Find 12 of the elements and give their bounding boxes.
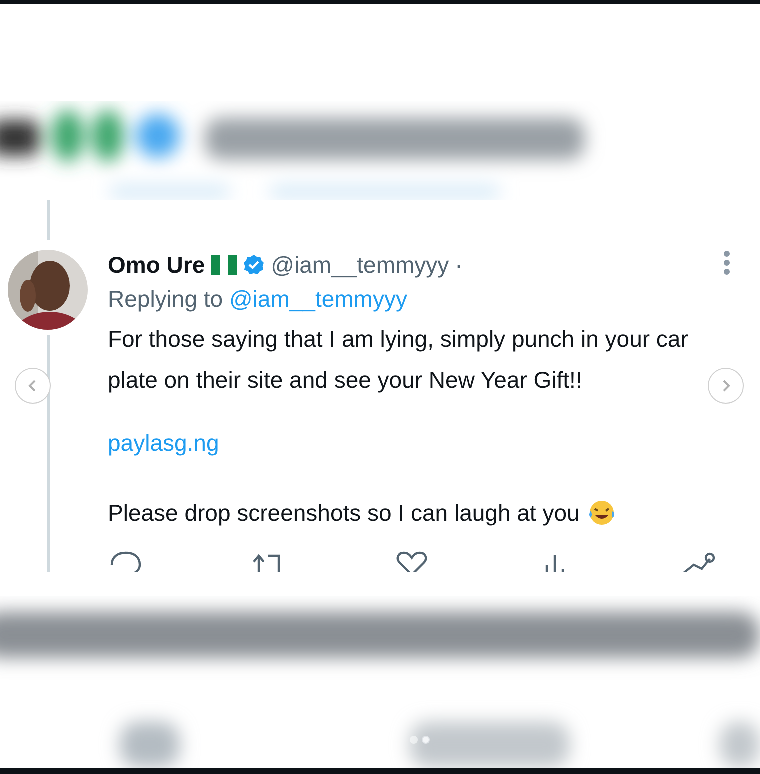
tweet-text: For those saying that I am lying, simply punch in your car plate on their site and see your New Year Gift!! [108, 325, 690, 395]
flag-icon [211, 255, 238, 275]
more-options-icon[interactable] [723, 250, 731, 276]
verified-badge-icon [243, 254, 266, 276]
speech-bubble-icon[interactable] [108, 551, 144, 572]
heart-icon[interactable] [394, 551, 430, 572]
tweet-text: Please drop screenshots so I can laugh at you [108, 499, 580, 528]
separator-dot: · [455, 250, 463, 280]
laughing-emoji-icon [588, 499, 616, 527]
author-handle[interactable]: @iam__temmyyy [271, 248, 450, 282]
replying-to-text: Replying to @iam__temmyyy [108, 285, 408, 314]
author-name[interactable]: Omo Ure [108, 248, 206, 282]
